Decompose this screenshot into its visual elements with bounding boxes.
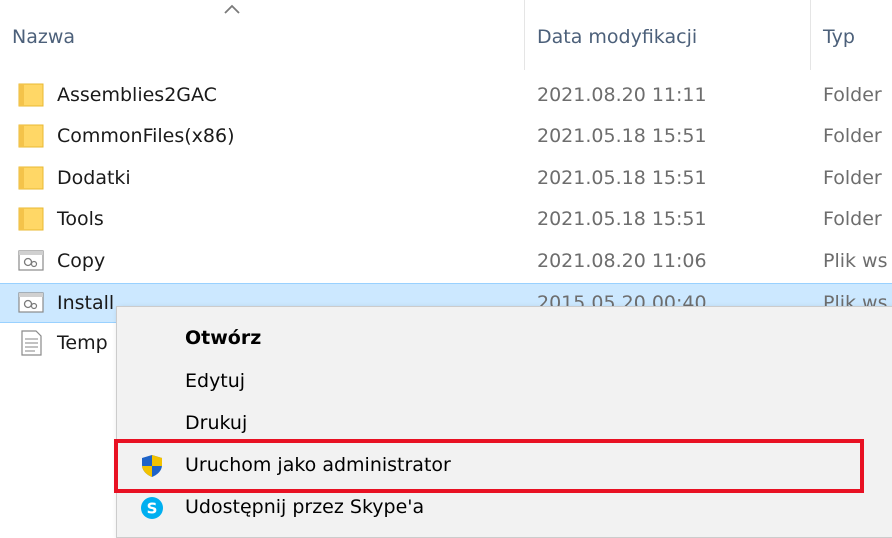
batch-file-icon [18,250,44,271]
file-name: Tools [57,208,104,230]
file-name: Temp [57,332,108,354]
file-date: 2021.05.18 15:51 [537,167,707,189]
file-date: 2021.05.18 15:51 [537,125,707,147]
menu-item-share-skype[interactable]: S Udostępnij przez Skype'a [117,488,892,528]
menu-item-edit[interactable]: Edytuj [117,362,892,402]
context-menu: Otwórz Edytuj Drukuj Uruchom jako admini… [116,306,892,538]
menu-item-open[interactable]: Otwórz [117,319,892,359]
file-row[interactable]: Dodatki 2021.05.18 15:51 Folder [0,159,892,199]
file-type: Folder [823,84,882,106]
menu-item-label: Otwórz [185,327,262,349]
folder-icon [18,207,44,231]
sort-ascending-icon[interactable] [222,2,242,16]
file-row[interactable]: Assemblies2GAC 2021.08.20 11:11 Folder [0,76,892,116]
file-row[interactable]: Copy 2021.08.20 11:06 Plik ws [0,242,892,282]
file-name: Install [57,292,115,314]
file-name: Copy [57,250,106,272]
menu-item-label: Edytuj [185,370,246,392]
menu-item-label: Drukuj [185,412,248,434]
column-divider[interactable] [524,0,525,70]
column-type-header[interactable]: Typ [823,26,855,48]
file-date: 2021.08.20 11:06 [537,250,707,272]
skype-icon: S [141,497,163,519]
file-date: 2021.08.20 11:11 [537,84,707,106]
file-type: Folder [823,125,882,147]
batch-file-icon [18,292,44,313]
svg-text:S: S [147,500,158,518]
file-row[interactable]: CommonFiles(x86) 2021.05.18 15:51 Folder [0,117,892,157]
file-type: Plik ws [823,250,888,272]
file-date: 2021.05.18 15:51 [537,208,707,230]
file-name: CommonFiles(x86) [57,125,235,147]
folder-icon [18,166,44,190]
menu-item-label: Udostępnij przez Skype'a [185,496,425,518]
column-header: Nazwa Data modyfikacji Typ [0,0,892,70]
file-name: Dodatki [57,167,131,189]
folder-icon [18,83,44,107]
menu-item-print[interactable]: Drukuj [117,404,892,444]
file-name: Assemblies2GAC [57,84,217,106]
column-date-header[interactable]: Data modyfikacji [537,26,697,48]
column-name-header[interactable]: Nazwa [12,26,75,48]
file-type: Folder [823,167,882,189]
file-type: Folder [823,208,882,230]
text-file-icon [21,330,42,356]
menu-item-run-as-admin[interactable]: Uruchom jako administrator [117,446,892,486]
file-row[interactable]: Tools 2021.05.18 15:51 Folder [0,200,892,240]
column-divider[interactable] [810,0,811,70]
uac-shield-icon [142,455,162,477]
menu-item-label: Uruchom jako administrator [185,454,451,476]
folder-icon [18,124,44,148]
